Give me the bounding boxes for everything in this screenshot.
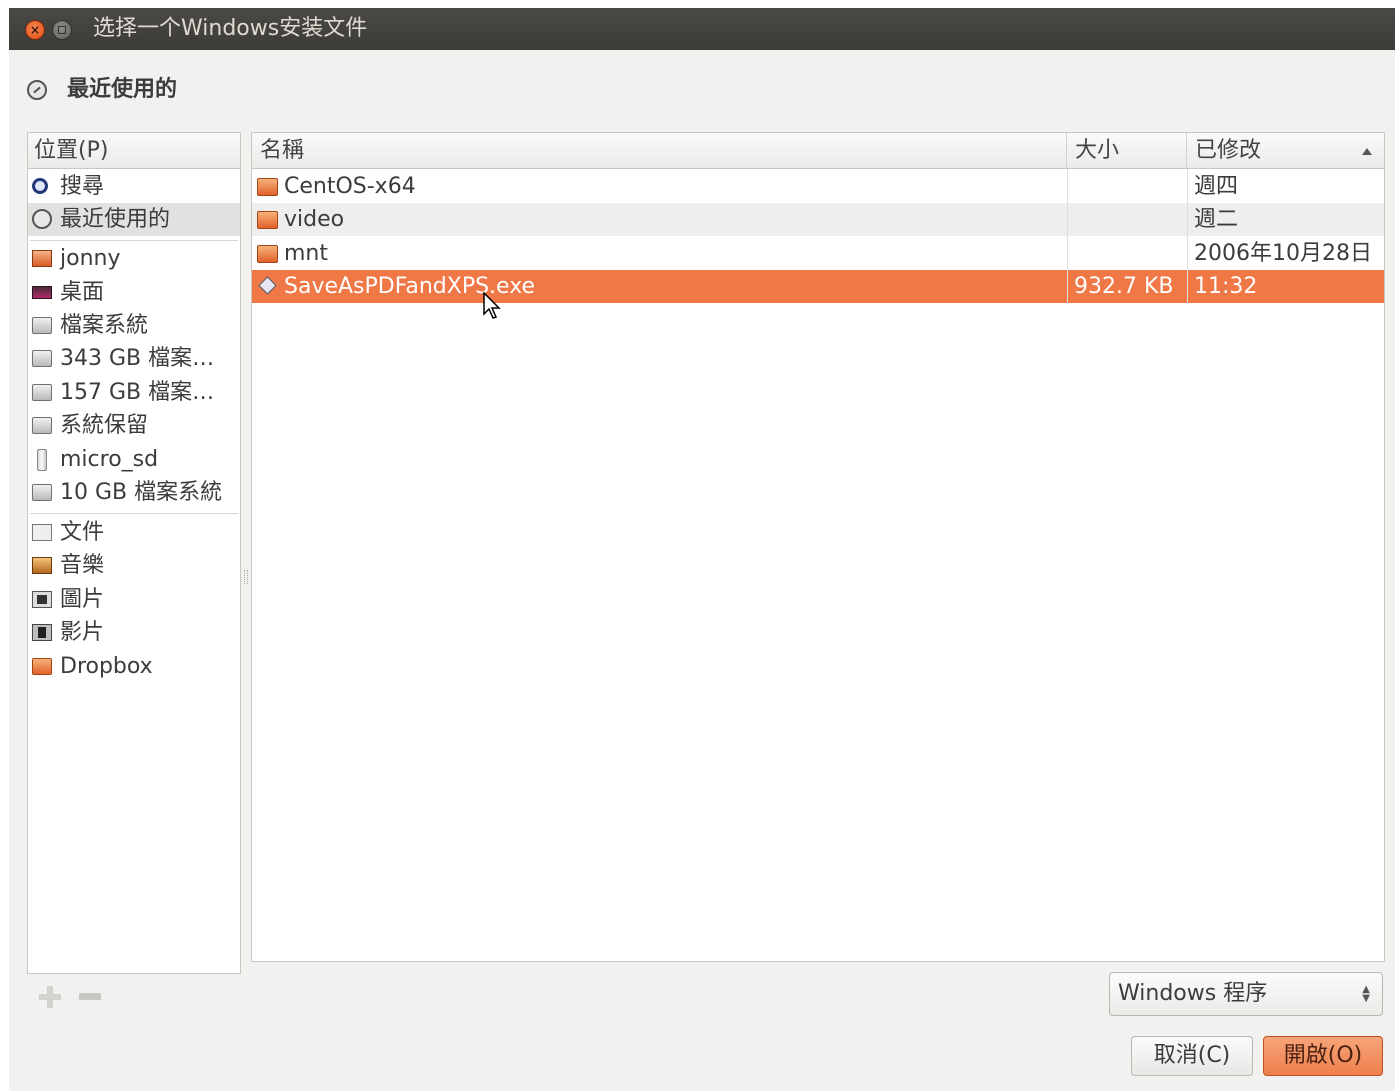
column-header-modified-label: 已修改	[1195, 138, 1262, 163]
drive-icon	[32, 484, 52, 501]
mouse-pointer-icon	[483, 292, 501, 319]
place-item-search[interactable]: 搜尋	[28, 170, 240, 203]
place-label: 文件	[60, 520, 105, 545]
place-item-system-reserved[interactable]: 系統保留	[28, 409, 240, 442]
place-label: Dropbox	[60, 654, 153, 679]
file-name: CentOS-x64	[284, 174, 416, 199]
file-row[interactable]: video 週二	[252, 203, 1384, 236]
column-header-modified[interactable]: 已修改	[1187, 133, 1384, 169]
music-folder-icon	[32, 557, 52, 574]
place-label: micro_sd	[60, 447, 159, 472]
drive-icon	[32, 417, 52, 434]
place-label: 搜尋	[60, 174, 105, 199]
place-label: 343 GB 檔案…	[60, 346, 215, 371]
place-item-filesystem[interactable]: 檔案系統	[28, 309, 240, 342]
place-label: 157 GB 檔案…	[60, 380, 215, 405]
place-item-dropbox[interactable]: Dropbox	[28, 650, 240, 683]
file-modified: 2006年10月28日	[1194, 241, 1372, 266]
place-label: 10 GB 檔案系統	[60, 480, 223, 505]
column-divider	[1067, 169, 1068, 304]
file-modified: 11:32	[1194, 274, 1258, 299]
place-item-157gb[interactable]: 157 GB 檔案…	[28, 376, 240, 409]
usb-drive-icon	[37, 449, 47, 471]
recent-icon	[32, 209, 52, 229]
folder-icon	[257, 178, 278, 196]
drive-icon	[32, 384, 52, 401]
folder-icon	[257, 211, 278, 229]
documents-folder-icon	[32, 524, 52, 541]
place-item-home[interactable]: jonny	[28, 242, 240, 275]
place-label: 最近使用的	[60, 207, 171, 232]
place-item-videos[interactable]: 影片	[28, 616, 240, 649]
places-separator	[30, 240, 238, 241]
file-modified: 週四	[1194, 174, 1239, 199]
file-type-filter-value: Windows 程序	[1118, 981, 1268, 1006]
places-separator	[30, 513, 238, 514]
place-item-micro-sd[interactable]: micro_sd	[28, 443, 240, 476]
desktop-icon	[32, 286, 52, 299]
search-icon	[32, 178, 48, 194]
pane-resize-handle[interactable]	[244, 570, 248, 584]
file-row[interactable]: mnt 2006年10月28日	[252, 237, 1384, 270]
place-label: 檔案系統	[60, 313, 149, 338]
place-label: 圖片	[60, 587, 105, 612]
pictures-folder-icon	[32, 591, 52, 608]
place-label: 影片	[60, 620, 105, 645]
file-name: video	[284, 207, 345, 232]
places-sidebar: 位置(P) 搜尋 最近使用的 jonny 桌面 檔案系統 343 GB 檔案…	[27, 132, 241, 974]
drive-icon	[32, 350, 52, 367]
file-list: 名稱 大小 已修改 CentOS-x64 週四 video 週二 mnt 200…	[251, 132, 1385, 962]
file-name: mnt	[284, 241, 328, 266]
drive-icon	[32, 317, 52, 334]
file-row[interactable]: CentOS-x64 週四	[252, 170, 1384, 203]
title-bar[interactable]: × 选择一个Windows安装文件	[9, 8, 1395, 50]
place-item-10gb[interactable]: 10 GB 檔案系統	[28, 476, 240, 509]
window-title: 选择一个Windows安装文件	[93, 16, 368, 41]
column-header-name[interactable]: 名稱	[252, 133, 1067, 169]
place-item-343gb[interactable]: 343 GB 檔案…	[28, 342, 240, 375]
folder-icon	[32, 658, 52, 675]
file-size: 932.7 KB	[1074, 274, 1174, 299]
place-item-music[interactable]: 音樂	[28, 549, 240, 582]
remove-bookmark-button[interactable]	[79, 993, 101, 1000]
executable-icon	[258, 276, 277, 295]
close-window-button[interactable]: ×	[25, 20, 45, 40]
place-item-desktop[interactable]: 桌面	[28, 276, 240, 309]
open-button[interactable]: 開啟(O)	[1263, 1036, 1383, 1076]
file-row-selected[interactable]: SaveAsPDFandXPS.exe 932.7 KB 11:32	[252, 270, 1384, 303]
file-modified: 週二	[1194, 207, 1239, 232]
place-label: jonny	[60, 246, 121, 271]
column-divider	[1187, 169, 1188, 304]
recent-clock-icon	[27, 80, 47, 100]
column-header-size[interactable]: 大小	[1067, 133, 1187, 169]
cancel-button[interactable]: 取消(C)	[1131, 1036, 1253, 1076]
file-chooser-dialog: × 选择一个Windows安装文件 最近使用的 位置(P) 搜尋 最近使用的 j…	[9, 8, 1395, 1091]
place-label: 桌面	[60, 280, 105, 305]
place-item-recent[interactable]: 最近使用的	[28, 203, 240, 236]
minimize-icon	[58, 26, 66, 34]
home-folder-icon	[32, 250, 52, 267]
file-type-filter[interactable]: Windows 程序 ▲ ▼	[1109, 972, 1383, 1016]
sort-ascending-icon	[1362, 148, 1372, 155]
combo-arrows-icon: ▲ ▼	[1362, 984, 1370, 1004]
place-label: 系統保留	[60, 413, 149, 438]
place-label: 音樂	[60, 553, 105, 578]
minimize-window-button[interactable]	[52, 20, 72, 40]
path-bar-button[interactable]: 最近使用的	[67, 74, 177, 106]
place-item-pictures[interactable]: 圖片	[28, 583, 240, 616]
places-header[interactable]: 位置(P)	[28, 133, 240, 169]
place-item-documents[interactable]: 文件	[28, 516, 240, 549]
close-icon: ×	[29, 23, 41, 37]
folder-icon	[257, 245, 278, 263]
add-bookmark-button[interactable]	[39, 986, 61, 1008]
videos-folder-icon	[32, 624, 52, 641]
